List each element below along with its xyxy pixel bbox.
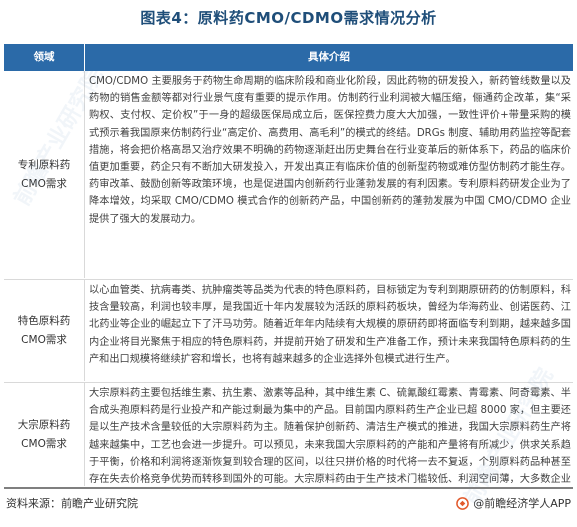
footer-divider [4, 487, 573, 489]
table-header: 领域 具体介绍 [4, 44, 573, 71]
table-row: 专利原料药CMO需求 CMO/CDMO 主要服务于药物生命周期的临床阶段和商业化… [4, 71, 573, 278]
row-label: 专利原料药CMO需求 [17, 158, 71, 190]
page-title: 图表4：原料药CMO/CDMO需求情况分析 [140, 9, 437, 27]
row-label: 大宗原料药CMO需求 [17, 418, 71, 450]
row-label: 特色原料药CMO需求 [17, 314, 71, 346]
brand-label: @前瞻经济学人APP [473, 497, 571, 510]
row-content: 以心血管类、抗病毒类、抗肿瘤类等品类为代表的特色原料药，目标锁定为专利到期原研药… [89, 285, 571, 365]
brand-credit: @前瞻经济学人APP [456, 495, 571, 511]
row-content: CMO/CDMO 主要服务于药物生命周期的临床阶段和商业化阶段，因此药物的研发投… [89, 76, 571, 225]
table-row: 特色原料药CMO需求 以心血管类、抗病毒类、抗肿瘤类等品类为代表的特色原料药，目… [4, 280, 573, 381]
row-content: 大宗原料药主要包括维生素、抗生素、激素等品种，其中维生素 C、硫氰酸红霉素、青霉… [89, 388, 571, 486]
brand-logo-icon [456, 496, 470, 510]
requirements-table: 领域 具体介绍 专利原料药CMO需求 CMO/CDMO 主要服务于药物生命周期的… [4, 44, 573, 486]
header-domain: 领域 [33, 51, 55, 63]
header-description: 具体介绍 [308, 51, 350, 63]
table-row: 大宗原料药CMO需求 大宗原料药主要包括维生素、抗生素、激素等品种，其中维生素 … [4, 383, 573, 486]
source-note: 资料来源：前瞻产业研究院 [6, 497, 138, 510]
